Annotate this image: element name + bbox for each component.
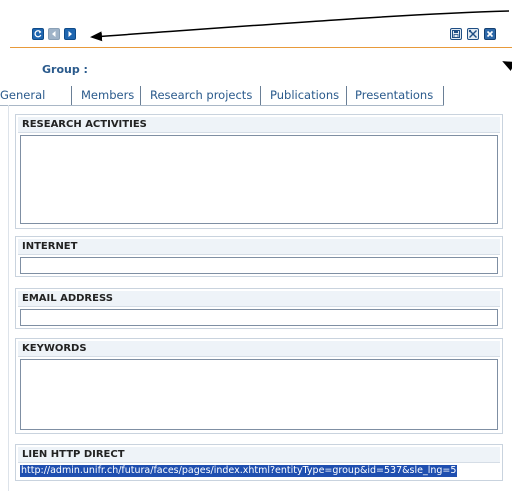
refresh-icon — [34, 30, 42, 38]
next-button[interactable] — [64, 28, 76, 40]
tab-research-projects[interactable]: Research projects — [150, 86, 252, 105]
section-title: KEYWORDS — [18, 341, 500, 357]
direct-link-section: LIEN HTTP DIRECT http://admin.unifr.ch/f… — [15, 444, 503, 481]
tab-members[interactable]: Members — [81, 86, 134, 105]
annotation-arrow-right — [502, 61, 512, 71]
tab-general[interactable]: General — [0, 86, 45, 105]
tab-separator — [443, 86, 444, 106]
email-address-input[interactable] — [20, 309, 498, 326]
tab-separator — [140, 86, 141, 106]
direct-link-url[interactable]: http://admin.unifr.ch/futura/faces/pages… — [20, 465, 458, 477]
save-button[interactable] — [450, 28, 462, 40]
previous-button[interactable] — [48, 28, 60, 40]
close-icon — [486, 30, 494, 38]
next-icon — [68, 31, 72, 37]
section-title: EMAIL ADDRESS — [18, 291, 500, 307]
section-title: INTERNET — [18, 239, 500, 255]
close-button[interactable] — [484, 28, 496, 40]
internet-input[interactable] — [20, 257, 498, 274]
research-activities-textarea[interactable] — [20, 135, 498, 224]
tools-icon — [468, 29, 477, 38]
tab-publications[interactable]: Publications — [270, 86, 339, 105]
email-address-section: EMAIL ADDRESS — [15, 288, 503, 329]
keywords-section: KEYWORDS — [15, 338, 503, 434]
annotation-arrow-left — [90, 10, 510, 42]
group-label: Group : — [42, 63, 88, 76]
tab-separator — [71, 86, 72, 106]
section-title: LIEN HTTP DIRECT — [18, 447, 500, 463]
refresh-button[interactable] — [32, 28, 44, 40]
research-activities-section: RESEARCH ACTIVITIES — [15, 114, 503, 229]
tab-presentations[interactable]: Presentations — [355, 86, 433, 105]
tab-separator — [346, 86, 347, 106]
keywords-textarea[interactable] — [20, 359, 498, 430]
toolbar-divider — [10, 47, 512, 48]
save-icon — [452, 30, 460, 38]
tools-button[interactable] — [467, 28, 479, 40]
section-title: RESEARCH ACTIVITIES — [18, 117, 500, 133]
tab-separator — [260, 86, 261, 106]
internet-section: INTERNET — [15, 236, 503, 277]
previous-icon — [52, 31, 56, 37]
